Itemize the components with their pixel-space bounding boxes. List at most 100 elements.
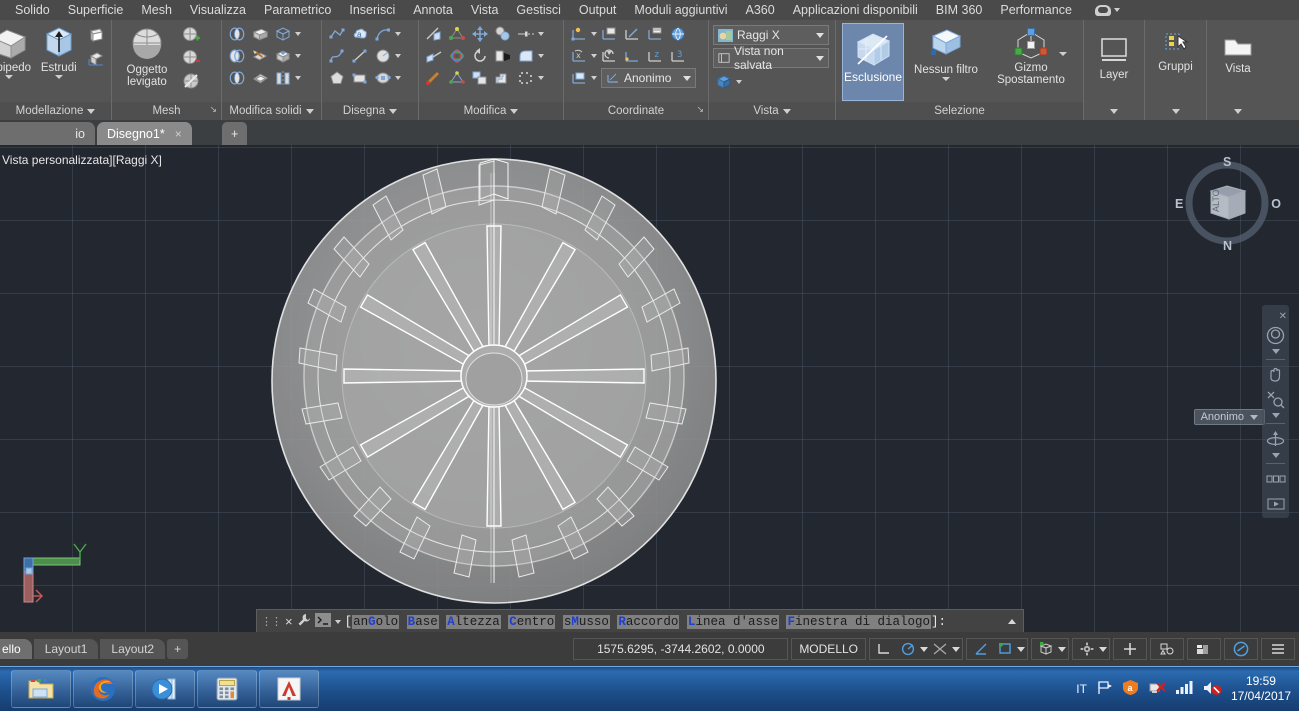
hardware-acceleration-button[interactable] — [1187, 638, 1221, 660]
stretch-icon[interactable] — [515, 23, 537, 45]
scale-icon[interactable] — [446, 23, 468, 45]
wrench-icon[interactable] — [297, 613, 311, 630]
menu-item-applicazioni-disponibili[interactable]: Applicazioni disponibili — [784, 0, 927, 20]
customization-plus-button[interactable] — [1113, 638, 1147, 660]
polyline-icon[interactable] — [326, 23, 348, 45]
command-option-finestra-dialogo[interactable]: Finestra di dialogo — [786, 614, 932, 629]
isolate-objects-button[interactable] — [1150, 638, 1184, 660]
cloud-menu-button[interactable] — [1094, 4, 1120, 16]
intersect-icon[interactable] — [226, 67, 248, 89]
chevron-down-icon[interactable] — [295, 32, 301, 36]
zoom-extents-icon[interactable] — [1265, 389, 1286, 410]
press-pull-icon[interactable] — [85, 25, 107, 47]
chevron-down-icon[interactable] — [591, 76, 597, 80]
menu-item-mesh[interactable]: Mesh — [132, 0, 181, 20]
extend-icon[interactable] — [423, 45, 445, 67]
named-view-combo[interactable]: Vista non salvata — [713, 44, 829, 72]
menu-item-solido[interactable]: Solido — [6, 0, 59, 20]
rectangle-icon[interactable] — [349, 67, 371, 89]
chevron-up-icon[interactable] — [1008, 619, 1016, 624]
tray-language[interactable]: IT — [1076, 682, 1087, 696]
ribbon-panel-title[interactable]: Selezione — [836, 102, 1083, 120]
array-icon[interactable] — [469, 67, 491, 89]
ucs-y-icon[interactable] — [621, 45, 643, 67]
chevron-down-icon[interactable] — [736, 80, 742, 84]
trim-icon[interactable] — [423, 23, 445, 45]
network-disconnected-icon[interactable] — [1148, 680, 1166, 699]
chevron-down-icon[interactable] — [334, 619, 341, 624]
osnap-icon[interactable] — [928, 638, 952, 660]
taskbar-calculator[interactable] — [197, 670, 257, 708]
menu-item-superficie[interactable]: Superficie — [59, 0, 133, 20]
ribbon-panel-title[interactable]: Coordinate ↘ — [564, 102, 708, 120]
ribbon-panel-layer-expand[interactable] — [1084, 102, 1144, 120]
close-icon[interactable]: × — [175, 127, 182, 141]
command-option-raccordo[interactable]: Raccordo — [617, 614, 680, 629]
ribbon-button-parallelepipedo[interactable]: lepipedo — [0, 23, 33, 79]
chevron-down-icon[interactable] — [1099, 646, 1107, 652]
command-option-angolo[interactable]: anGolo — [352, 614, 400, 629]
ribbon-button-layer[interactable]: Layer — [1088, 34, 1140, 81]
visual-style-combo[interactable]: Raggi X — [713, 25, 829, 45]
solid-history-icon[interactable] — [85, 48, 107, 70]
chevron-down-icon[interactable] — [1271, 453, 1280, 458]
showmotion-icon[interactable] — [1265, 469, 1286, 490]
ribbon-button-vista[interactable]: Vista — [1211, 32, 1265, 75]
play-icon[interactable] — [1265, 493, 1286, 514]
ribbon-panel-gruppi-expand[interactable] — [1145, 102, 1206, 120]
taskbar-media-player[interactable] — [135, 670, 195, 708]
otrack-icon[interactable] — [969, 638, 993, 660]
solid-slice-icon[interactable] — [272, 23, 294, 45]
taskbar-autocad[interactable] — [259, 670, 319, 708]
command-option-smusso[interactable]: sMusso — [562, 614, 610, 629]
close-icon[interactable]: ✕ — [1279, 311, 1287, 322]
layout-tab-layout1[interactable]: Layout1 — [33, 639, 99, 659]
chevron-down-icon[interactable] — [538, 76, 544, 80]
chevron-down-icon[interactable] — [295, 54, 301, 58]
command-option-base[interactable]: Base — [406, 614, 439, 629]
viewport-config-icon[interactable] — [713, 71, 735, 93]
pan-hand-icon[interactable] — [1265, 365, 1286, 386]
arc-icon[interactable] — [372, 23, 394, 45]
ribbon-panel-title[interactable]: Vista — [709, 102, 835, 120]
explode-icon[interactable] — [515, 67, 537, 89]
chevron-down-icon[interactable] — [952, 646, 960, 652]
space-mode-toggle[interactable]: MODELLO — [791, 638, 866, 660]
view-cube[interactable]: ALTO S N E O — [1175, 155, 1281, 253]
dialog-launcher-icon[interactable]: ↘ — [696, 100, 704, 118]
menu-item-vista[interactable]: Vista — [462, 0, 508, 20]
chevron-down-icon[interactable] — [591, 54, 597, 58]
chevron-down-icon[interactable] — [538, 54, 544, 58]
ortho-mode-icon[interactable] — [872, 638, 896, 660]
menu-item-moduli-aggiuntivi[interactable]: Moduli aggiuntivi — [625, 0, 736, 20]
add-layout-button[interactable]: + — [167, 639, 189, 659]
chevron-down-icon[interactable] — [395, 76, 401, 80]
mesh-refine-add-icon[interactable] — [180, 24, 202, 46]
ribbon-panel-title[interactable]: Modifica — [419, 102, 563, 120]
drag-grip-icon[interactable]: ⋮⋮ — [261, 615, 282, 628]
ribbon-button-gizmo-spostamento[interactable]: Gizmo Spostamento — [988, 23, 1074, 86]
ribbon-panel-title[interactable]: Mesh ↘ — [112, 102, 221, 120]
command-option-centro[interactable]: Centro — [508, 614, 556, 629]
ucs-z-icon[interactable]: z — [644, 45, 666, 67]
match-properties-icon[interactable] — [423, 67, 445, 89]
chevron-down-icon[interactable] — [1058, 646, 1066, 652]
offset-icon[interactable] — [492, 67, 514, 89]
file-tab-start[interactable]: io — [0, 122, 95, 145]
ribbon-button-estrudi[interactable]: Estrudi — [35, 23, 83, 79]
command-option-linea-asse[interactable]: Linea d'asse — [686, 614, 779, 629]
shell-icon[interactable] — [249, 67, 271, 89]
chevron-down-icon[interactable] — [591, 32, 597, 36]
mesh-crease-icon[interactable] — [180, 70, 202, 92]
menu-item-visualizza[interactable]: Visualizza — [181, 0, 255, 20]
mirror-icon[interactable] — [492, 45, 514, 67]
ucs-combo[interactable]: Anonimo — [601, 68, 696, 88]
taskbar-file-explorer[interactable] — [11, 670, 71, 708]
mesh-refine-remove-icon[interactable] — [180, 47, 202, 69]
chevron-down-icon[interactable] — [920, 646, 928, 652]
ucs-face-icon[interactable] — [621, 23, 643, 45]
polar-tracking-icon[interactable] — [896, 638, 920, 660]
circle-icon[interactable] — [372, 45, 394, 67]
ucs-dropdown-pill[interactable]: Anonimo — [1193, 409, 1265, 425]
command-prompt-icon[interactable] — [314, 613, 331, 630]
